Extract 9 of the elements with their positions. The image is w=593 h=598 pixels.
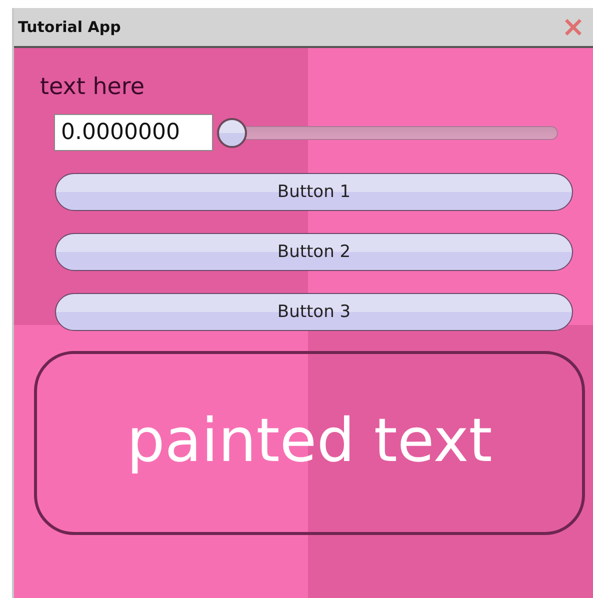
push-button[interactable]: Button 2: [55, 233, 573, 271]
window-title: Tutorial App: [18, 18, 121, 36]
painted-text: painted text: [126, 406, 492, 478]
push-button[interactable]: Button 1: [55, 173, 573, 211]
slider[interactable]: [217, 118, 558, 148]
value-field[interactable]: 0.0000000: [54, 114, 213, 151]
slider-thumb[interactable]: [217, 118, 247, 148]
label-text: text here: [40, 74, 145, 100]
push-button[interactable]: Button 3: [55, 293, 573, 331]
